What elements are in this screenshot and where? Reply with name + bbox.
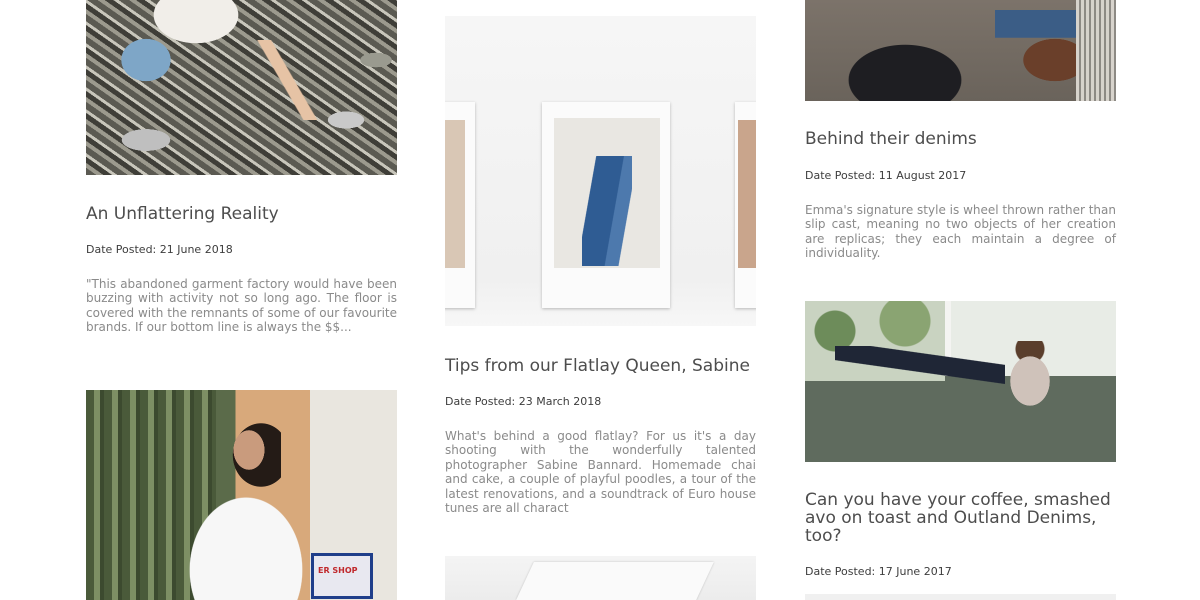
- post-excerpt: "This abandoned garment factory would ha…: [86, 277, 397, 335]
- person-figure: [106, 0, 246, 110]
- arm-figure: [246, 40, 326, 120]
- polaroid-left: [445, 102, 475, 308]
- rug-figure: [1076, 0, 1116, 101]
- post-image-bottom-right[interactable]: [805, 594, 1116, 600]
- polaroid-center: [542, 102, 670, 308]
- post-title-behind-denims[interactable]: Behind their denims: [805, 130, 977, 148]
- shop-sign-text: ER SHOP: [318, 566, 358, 575]
- polaroid-right: [735, 102, 756, 308]
- post-title-unflattering-reality[interactable]: An Unflattering Reality: [86, 205, 279, 223]
- post-date: Date Posted: 17 June 2017: [805, 565, 952, 578]
- polaroid-center-photo: [554, 118, 660, 268]
- polaroid-right-photo: [738, 120, 756, 268]
- post-image-polaroid-flatlay[interactable]: [445, 16, 756, 326]
- post-title-flatlay-queen[interactable]: Tips from our Flatlay Queen, Sabine: [445, 357, 750, 375]
- post-excerpt: Emma's signature style is wheel thrown r…: [805, 203, 1116, 261]
- post-image-bottom-middle[interactable]: [445, 556, 756, 600]
- post-date: Date Posted: 23 March 2018: [445, 395, 602, 408]
- dog-figure: [825, 20, 995, 101]
- post-date: Date Posted: 11 August 2017: [805, 169, 967, 182]
- legs-figure: [835, 346, 1005, 386]
- shop-sign: ER SHOP: [311, 553, 373, 599]
- jeans-figure: [582, 156, 632, 266]
- post-image-woman-coffee[interactable]: [805, 301, 1116, 462]
- post-image-dog-boots[interactable]: [805, 0, 1116, 101]
- woman-figure: [1000, 341, 1060, 411]
- post-title-coffee-avo[interactable]: Can you have your coffee, smashed avo on…: [805, 491, 1116, 545]
- post-image-garment-factory[interactable]: [86, 0, 397, 175]
- polaroid-left-photo: [445, 120, 465, 268]
- paper-sheet-figure: [516, 562, 714, 600]
- post-excerpt: What's behind a good flatlay? For us it'…: [445, 429, 756, 516]
- post-date: Date Posted: 21 June 2018: [86, 243, 233, 256]
- head-figure: [221, 420, 281, 490]
- post-image-woman-white-shirt[interactable]: ER SHOP: [86, 390, 397, 600]
